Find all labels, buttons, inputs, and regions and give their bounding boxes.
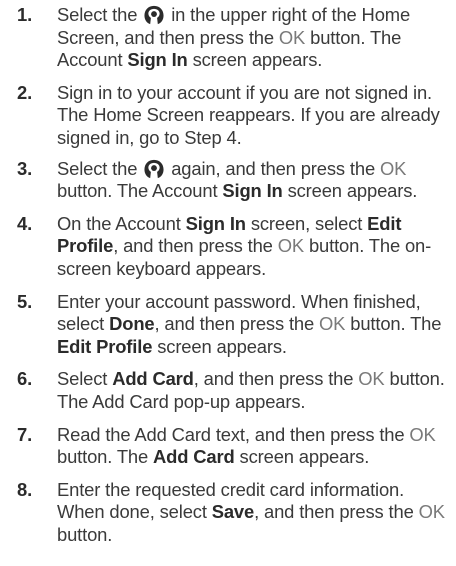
step-text: button. The (345, 313, 442, 335)
step-7: 7. Read the Add Card text, and then pres… (0, 424, 456, 469)
sign-in-label: Sign In (127, 49, 188, 71)
step-text: On the Account (57, 212, 186, 234)
step-text: , and then press the (193, 368, 359, 390)
instruction-steps-list: 1. Select the in the upper right of the … (0, 4, 456, 546)
step-text: Select the (57, 157, 143, 179)
step-text: , and then press the (154, 313, 320, 335)
step-number: 7. (17, 423, 33, 445)
step-text: screen appears. (234, 446, 370, 468)
step-text: again, and then press the (166, 157, 380, 179)
step-3: 3. Select the again, and then press the … (0, 158, 456, 203)
ok-button-label: OK (277, 235, 304, 257)
ok-button-label: OK (358, 368, 385, 390)
account-icon (144, 159, 164, 178)
ok-button-label: OK (379, 157, 407, 179)
step-1: 1. Select the in the upper right of the … (0, 4, 456, 72)
step-4: 4. On the Account Sign In screen, select… (0, 213, 456, 281)
step-text: screen appears. (282, 180, 418, 202)
step-text: screen appears. (152, 335, 287, 357)
step-number: 3. (17, 157, 33, 179)
step-text: Read the Add Card text, and then press t… (57, 423, 410, 445)
step-6: 6. Select Add Card, and then press the O… (0, 368, 456, 413)
step-number: 5. (17, 290, 33, 312)
step-number: 6. (17, 368, 33, 390)
step-5: 5. Enter your account password. When fin… (0, 291, 456, 359)
step-text: button. (57, 523, 113, 545)
step-text: Select (57, 368, 113, 390)
edit-profile-label: Edit Profile (57, 335, 153, 357)
add-card-label: Add Card (112, 368, 194, 390)
step-number: 2. (17, 81, 33, 103)
step-text: Select the (57, 4, 143, 25)
save-label: Save (211, 501, 255, 523)
sign-in-label: Sign In (222, 180, 283, 202)
step-text: button. The Account (57, 180, 223, 202)
step-number: 4. (17, 212, 33, 234)
ok-button-label: OK (278, 26, 306, 48)
step-2: 2. Sign in to your account if you are no… (0, 82, 456, 150)
done-label: Done (109, 313, 155, 335)
step-8: 8. Enter the requested credit card infor… (0, 479, 456, 547)
step-text: , and then press the (254, 501, 419, 523)
sign-in-label: Sign In (185, 212, 246, 234)
ok-button-label: OK (319, 313, 346, 335)
account-icon (144, 5, 164, 25)
step-number: 8. (17, 478, 33, 500)
step-text: Sign in to your account if you are not s… (57, 81, 440, 148)
step-text: screen, select (245, 212, 368, 234)
step-text: button. The (57, 446, 154, 468)
step-number: 1. (17, 4, 33, 25)
add-card-label: Add Card (153, 446, 235, 468)
step-text: , and then press the (113, 235, 278, 257)
ok-button-label: OK (418, 501, 445, 523)
step-text: screen appears. (187, 49, 323, 71)
ok-button-label: OK (409, 423, 436, 445)
